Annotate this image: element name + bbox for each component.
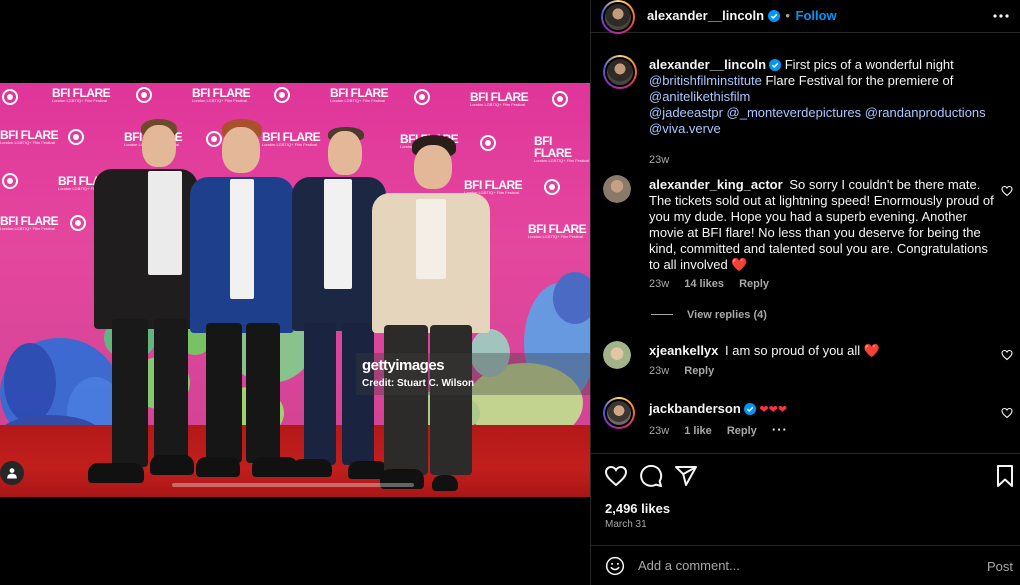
more-options-button[interactable] [991, 6, 1011, 26]
post-sidebar: alexander__lincoln • Follow alexander__l… [590, 0, 1020, 585]
post-actions: 2,496 likes March 31 [591, 453, 1020, 533]
comment-content: ❤❤❤ [759, 404, 788, 416]
comment-meta: 23w Reply [649, 365, 726, 377]
commenter-avatar[interactable] [603, 341, 631, 369]
comment-bubble-icon[interactable] [639, 464, 663, 488]
author-avatar[interactable] [601, 0, 635, 34]
user-icon [7, 468, 17, 479]
comment-composer: Post [591, 545, 1020, 585]
getty-watermark: gettyimages Credit: Stuart C. Wilson [356, 353, 590, 395]
comment-time[interactable]: 23w [649, 278, 669, 290]
post-header: alexander__lincoln • Follow [591, 0, 1020, 34]
comment-input[interactable] [638, 554, 968, 576]
comment-text: xjeankellyx I am so proud of you all ❤️ [649, 343, 994, 359]
caption-avatar[interactable] [603, 55, 637, 89]
likes-count[interactable]: 2,496 likes [605, 501, 670, 516]
red-heart-emoji: ❤️ [731, 257, 748, 272]
like-comment-heart-icon[interactable] [1001, 185, 1013, 197]
comment-text: alexander_king_actor So sorry I couldn't… [649, 177, 994, 273]
author-info: alexander__lincoln • Follow [647, 8, 837, 23]
comment-text: jackbanderson ❤❤❤ [649, 401, 994, 418]
caption-text: alexander__lincoln First pics of a wonde… [649, 57, 994, 137]
save-bookmark-icon[interactable] [993, 464, 1017, 488]
person-1 [88, 119, 198, 489]
commenter-username[interactable]: alexander_king_actor [649, 177, 783, 192]
caption-line: Flare Festival for the premiere of [761, 73, 954, 88]
mention-link[interactable]: @_monteverdepictures [727, 105, 862, 120]
comments-list[interactable]: alexander__lincoln First pics of a wonde… [591, 43, 1020, 453]
comment: jackbanderson ❤❤❤ 23w 1 like Reply ··· [603, 397, 1013, 441]
comment-content: I am so proud of you all [725, 343, 861, 358]
person-2 [190, 119, 302, 489]
like-heart-icon[interactable] [604, 464, 628, 488]
comment-time[interactable]: 23w [649, 425, 669, 437]
verified-badge-icon [769, 59, 782, 71]
reply-button[interactable]: Reply [739, 278, 769, 290]
comment-more-button[interactable]: ··· [772, 422, 788, 437]
mention-link[interactable]: @viva.verve [649, 121, 721, 136]
author-username[interactable]: alexander__lincoln [647, 8, 764, 23]
tagged-users-button[interactable] [0, 461, 24, 485]
like-comment-heart-icon[interactable] [1001, 349, 1013, 361]
media-scrollbar[interactable] [172, 483, 414, 487]
follow-button[interactable]: Follow [796, 8, 837, 23]
verified-badge-icon [767, 10, 780, 22]
like-comment-heart-icon[interactable] [1001, 407, 1013, 419]
comment-likes[interactable]: 14 likes [684, 278, 724, 290]
mention-link[interactable]: @britishfilminstitute [649, 73, 762, 88]
photo-credit: Credit: Stuart C. Wilson [362, 378, 475, 389]
commenter-username[interactable]: jackbanderson [649, 401, 741, 416]
caption-username[interactable]: alexander__lincoln [649, 57, 766, 72]
verified-badge-icon [743, 403, 756, 415]
commenter-avatar[interactable] [603, 175, 631, 203]
post-date[interactable]: March 31 [605, 519, 647, 530]
caption-time[interactable]: 23w [649, 154, 669, 166]
caption-meta: 23w [649, 154, 681, 166]
emoji-smiley-icon[interactable] [605, 556, 625, 576]
header-dot-separator: • [785, 8, 790, 23]
mention-link[interactable]: @anitelikethisfilm [649, 89, 750, 104]
person-4 [370, 135, 494, 497]
comment-meta: 23w 14 likes Reply [649, 278, 781, 290]
more-horizontal-icon [993, 14, 1009, 18]
mention-link[interactable]: @randanproductions [865, 105, 986, 120]
view-replies-button[interactable]: View replies (4) [651, 309, 767, 321]
reply-button[interactable]: Reply [684, 365, 714, 377]
comment: xjeankellyx I am so proud of you all ❤️ … [603, 341, 1013, 381]
post-photo: BFI FLARE London LGBTIQ+ Film Festival BF… [0, 83, 590, 497]
comment-meta: 23w 1 like Reply ··· [649, 422, 800, 437]
post-comment-button[interactable]: Post [987, 559, 1013, 574]
commenter-avatar[interactable] [603, 397, 635, 429]
caption-line: First pics of a wonderful night [784, 57, 954, 72]
red-heart-emoji: ❤️ [863, 343, 880, 358]
reply-button[interactable]: Reply [727, 425, 757, 437]
share-paper-plane-icon[interactable] [674, 464, 698, 488]
post-media[interactable]: BFI FLARE London LGBTIQ+ Film Festival BF… [0, 0, 590, 585]
comment-time[interactable]: 23w [649, 365, 669, 377]
caption: alexander__lincoln First pics of a wonde… [603, 55, 1013, 166]
getty-logo: gettyimages [362, 357, 445, 374]
comment-likes[interactable]: 1 like [684, 425, 712, 437]
mention-link[interactable]: @jadeeastpr [649, 105, 723, 120]
commenter-username[interactable]: xjeankellyx [649, 343, 718, 358]
